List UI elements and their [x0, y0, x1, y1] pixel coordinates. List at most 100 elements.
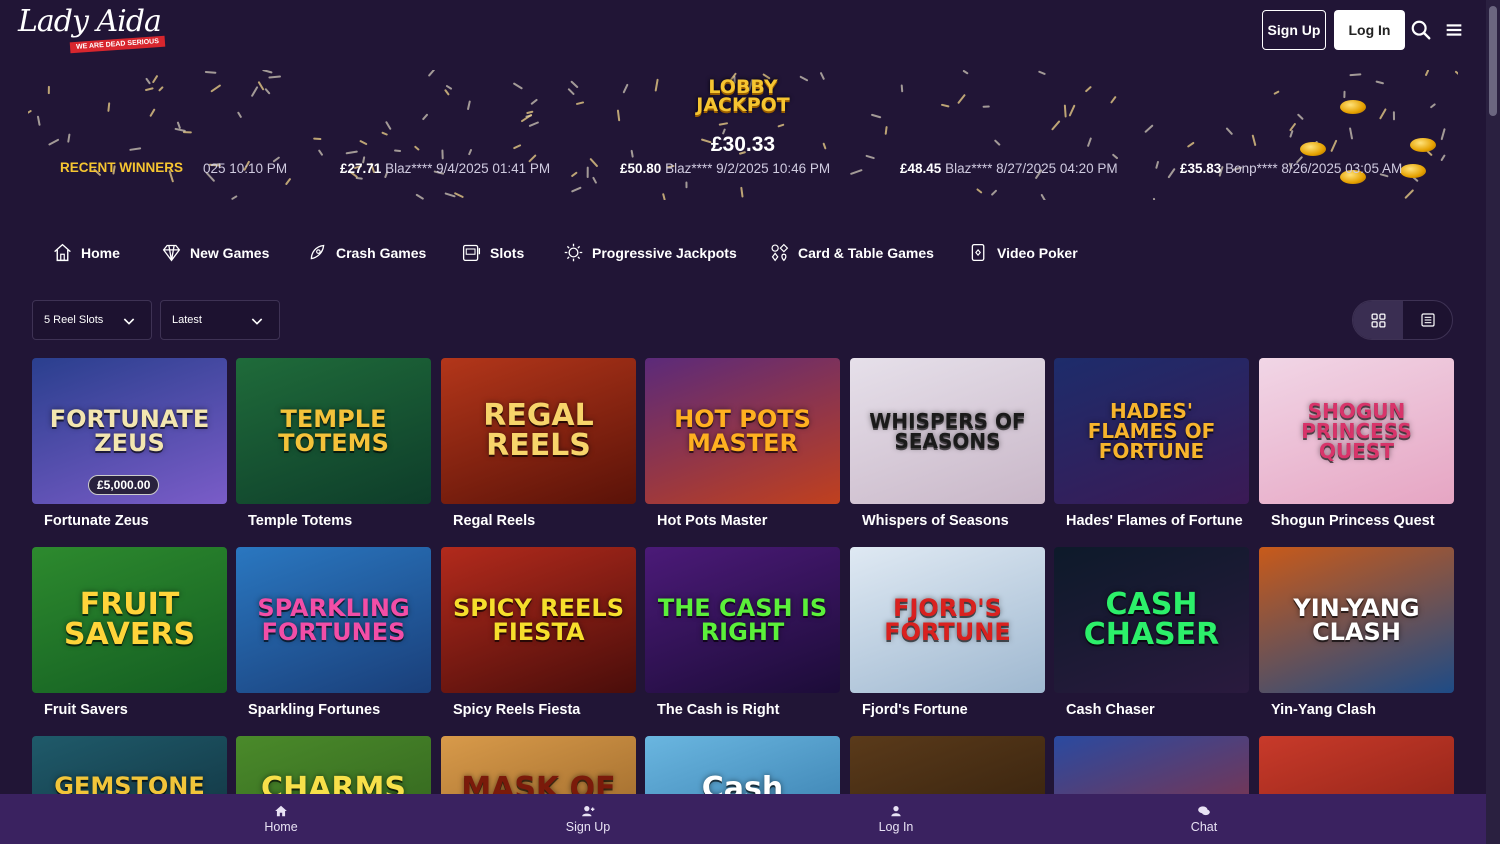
game-thumbnail[interactable]: HADES' FLAMES OF FORTUNE: [1054, 358, 1249, 504]
game-card[interactable]: CASH CHASER Cash Chaser: [1054, 547, 1249, 718]
site-logo[interactable]: Lady Aida WE ARE DEAD SERIOUS: [18, 4, 178, 56]
game-thumbnail-title: SHOGUN PRINCESS QUEST: [1301, 399, 1412, 463]
confetti-piece: [1375, 80, 1384, 85]
game-thumbnail[interactable]: TEMPLE TOTEMS: [236, 358, 431, 504]
game-card[interactable]: WHISPERS OF SEASONS Whispers of Seasons: [850, 358, 1045, 529]
game-title[interactable]: Temple Totems: [236, 513, 431, 529]
nav-progressive-jackpots[interactable]: Progressive Jackpots: [563, 242, 737, 263]
nav-card-table-games[interactable]: Card & Table Games: [769, 242, 934, 263]
winner-entry: £35.83 Bonp**** 8/26/2025 03:05 AM: [1180, 161, 1403, 176]
game-card[interactable]: SPICY REELS FIESTA Spicy Reels Fiesta: [441, 547, 636, 718]
game-title[interactable]: Spicy Reels Fiesta: [441, 702, 636, 718]
game-thumbnail-title: SPARKLING FORTUNES: [257, 594, 410, 646]
game-thumbnail[interactable]: CASH CHASER: [1054, 547, 1249, 693]
game-card[interactable]: THE CASH IS RIGHT The Cash is Right: [645, 547, 840, 718]
confetti-piece: [149, 108, 156, 117]
grid-view-button[interactable]: [1353, 301, 1403, 339]
game-card[interactable]: TEMPLE TOTEMS Temple Totems: [236, 358, 431, 529]
game-card[interactable]: YIN-YANG CLASH Yin-Yang Clash: [1259, 547, 1454, 718]
confetti-piece: [530, 98, 538, 105]
bottom-log-in[interactable]: Log In: [856, 804, 936, 834]
bottom-sign-up[interactable]: Sign Up: [548, 804, 628, 834]
winner-entry: 025 10:10 PM: [203, 161, 288, 176]
confetti-piece: [422, 113, 428, 121]
game-thumbnail[interactable]: SPARKLING FORTUNES: [236, 547, 431, 693]
bottom-sign-up-label: Sign Up: [565, 820, 611, 834]
game-thumbnail[interactable]: YIN-YANG CLASH: [1259, 547, 1454, 693]
game-title[interactable]: Cash Chaser: [1054, 702, 1249, 718]
chat-icon: [1198, 806, 1210, 816]
bottom-bar: Home Sign Up Log In Chat: [0, 794, 1486, 844]
confetti-piece: [1225, 127, 1233, 135]
view-toggle: [1352, 300, 1453, 340]
game-card[interactable]: HADES' FLAMES OF FORTUNE Hades' Flames of…: [1054, 358, 1249, 529]
winners-ticker: 025 10:10 PM £27.71 Blaz**** 9/4/2025 01…: [203, 161, 1443, 181]
bottom-chat[interactable]: Chat: [1164, 804, 1244, 834]
confetti-piece: [1426, 149, 1433, 156]
scrollbar-thumb[interactable]: [1489, 6, 1497, 116]
confetti-piece: [318, 149, 323, 156]
game-thumbnail[interactable]: FORTUNATE ZEUS £5,000.00: [32, 358, 227, 504]
game-title[interactable]: Shogun Princess Quest: [1259, 513, 1454, 529]
nav-crash-games[interactable]: Crash Games: [307, 242, 426, 263]
game-card[interactable]: FORTUNATE ZEUS £5,000.00 Fortunate Zeus: [32, 358, 227, 529]
game-title[interactable]: Hades' Flames of Fortune: [1054, 513, 1249, 529]
game-thumbnail-title: YIN-YANG CLASH: [1293, 594, 1420, 646]
sign-up-button[interactable]: Sign Up: [1262, 10, 1326, 50]
confetti-piece: [957, 94, 966, 104]
confetti-piece: [630, 149, 634, 158]
list-view-button[interactable]: [1403, 301, 1453, 339]
nav-progressive-jackpots-label: Progressive Jackpots: [592, 244, 737, 261]
confetti-piece: [264, 88, 271, 95]
game-title[interactable]: Sparkling Fortunes: [236, 702, 431, 718]
game-card[interactable]: FJORD'S FORTUNE Fjord's Fortune: [850, 547, 1045, 718]
home-icon: [54, 243, 71, 262]
game-card[interactable]: SPARKLING FORTUNES Sparkling Fortunes: [236, 547, 431, 718]
game-thumbnail-title: REGAL REELS: [483, 398, 594, 463]
game-thumbnail[interactable]: THE CASH IS RIGHT: [645, 547, 840, 693]
game-title[interactable]: Fruit Savers: [32, 702, 227, 718]
game-card[interactable]: REGAL REELS Regal Reels: [441, 358, 636, 529]
game-card[interactable]: FRUIT SAVERS Fruit Savers: [32, 547, 227, 718]
game-thumbnail[interactable]: SPICY REELS FIESTA: [441, 547, 636, 693]
game-title[interactable]: Regal Reels: [441, 513, 636, 529]
jackpot-amount: £30.33: [710, 133, 776, 156]
game-thumbnail[interactable]: SHOGUN PRINCESS QUEST: [1259, 358, 1454, 504]
log-in-button[interactable]: Log In: [1334, 10, 1405, 50]
game-thumbnail-title: SPICY REELS FIESTA: [453, 594, 624, 646]
game-card[interactable]: HOT POTS MASTER Hot Pots Master: [645, 358, 840, 529]
page-scrollbar[interactable]: [1486, 0, 1500, 844]
bottom-home[interactable]: Home: [241, 804, 321, 834]
sort-select[interactable]: Latest: [160, 300, 280, 340]
confetti-piece: [262, 70, 273, 74]
confetti-piece: [819, 72, 825, 80]
game-thumbnail[interactable]: HOT POTS MASTER: [645, 358, 840, 504]
category-select[interactable]: 5 Reel Slots: [32, 300, 152, 340]
confetti-piece: [865, 154, 875, 160]
game-thumbnail-title: TEMPLE TOTEMS: [278, 405, 389, 457]
confetti-piece: [513, 82, 523, 90]
game-thumbnail[interactable]: FRUIT SAVERS: [32, 547, 227, 693]
game-thumbnail[interactable]: FJORD'S FORTUNE: [850, 547, 1045, 693]
search-icon[interactable]: [1410, 19, 1432, 41]
game-title[interactable]: Whispers of Seasons: [850, 513, 1045, 529]
game-card[interactable]: SHOGUN PRINCESS QUEST Shogun Princess Que…: [1259, 358, 1454, 529]
game-title[interactable]: The Cash is Right: [645, 702, 840, 718]
game-title[interactable]: Fjord's Fortune: [850, 702, 1045, 718]
nav-card-table-games-label: Card & Table Games: [798, 244, 934, 261]
confetti-piece: [570, 80, 579, 88]
menu-icon[interactable]: [1443, 19, 1465, 41]
home-icon: [275, 805, 287, 817]
nav-slots[interactable]: Slots: [461, 242, 524, 263]
chevron-down-icon: [251, 318, 263, 325]
game-thumbnail[interactable]: REGAL REELS: [441, 358, 636, 504]
add-user-icon: [582, 806, 595, 817]
game-title[interactable]: Yin-Yang Clash: [1259, 702, 1454, 718]
game-thumbnail[interactable]: WHISPERS OF SEASONS: [850, 358, 1045, 504]
nav-video-poker[interactable]: Video Poker: [968, 242, 1078, 263]
coin-icon: [1340, 100, 1366, 114]
game-title[interactable]: Fortunate Zeus: [32, 513, 227, 529]
game-title[interactable]: Hot Pots Master: [645, 513, 840, 529]
nav-new-games[interactable]: New Games: [161, 242, 269, 263]
nav-home[interactable]: Home: [52, 242, 120, 263]
